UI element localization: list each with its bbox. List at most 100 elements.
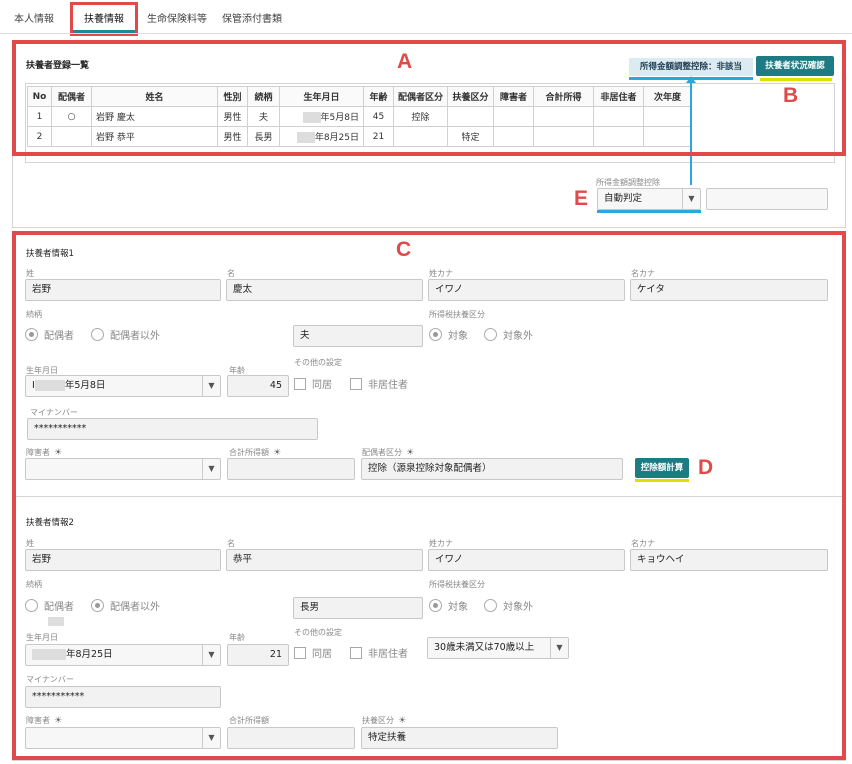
dep2-my-number-field[interactable]: ***********: [25, 686, 221, 708]
tab-personal-info[interactable]: 本人情報: [14, 10, 54, 25]
disabled-label-text: 障害者: [26, 716, 50, 725]
dep1-birth-select[interactable]: I 年5月8日 ▼: [25, 375, 221, 397]
dep2-age-field: 21: [227, 644, 289, 666]
chevron-down-icon: ▼: [682, 189, 700, 209]
dep2-mei-field[interactable]: 恭平: [226, 549, 423, 571]
radio-icon: [429, 328, 442, 341]
checkbox-icon: [350, 646, 362, 659]
my-number-label: マイナンバー: [26, 675, 74, 684]
income-adjust-select[interactable]: 自動判定 ▼: [597, 188, 701, 210]
tab-attached-documents[interactable]: 保管添付書類: [222, 10, 282, 25]
dep1-sei-field[interactable]: 岩野: [25, 279, 221, 301]
dep2-sei-field[interactable]: 岩野: [25, 549, 221, 571]
dep2-total-income-field[interactable]: [227, 727, 355, 749]
radio-label: 配偶者: [44, 602, 74, 613]
birth-label: 生年月日: [26, 633, 58, 642]
dep2-birth-select[interactable]: 年8月25日 ▼: [25, 644, 221, 666]
radio-icon: [91, 599, 104, 612]
relation-label: 続柄: [26, 580, 42, 589]
marker-b: B: [783, 84, 799, 107]
dependent-category-label: 扶養区分 ☀: [362, 715, 406, 726]
select-underline: [597, 210, 701, 213]
active-tab-highlight: [70, 2, 138, 36]
birth-value: 年5月8日: [64, 380, 106, 391]
dep2-radio-target[interactable]: 対象: [429, 598, 468, 613]
radio-icon: [429, 599, 442, 612]
sei-label: 姓: [26, 539, 34, 548]
income-adjust-label: 所得金額調整控除: [596, 178, 660, 187]
dep2-sei-kana-field[interactable]: イワノ: [428, 549, 625, 571]
dep1-radio-not-spouse[interactable]: 配偶者以外: [91, 327, 160, 342]
dep2-cohabit-checkbox[interactable]: 同居: [294, 645, 332, 660]
age-label: 年齢: [229, 633, 245, 642]
sei-label: 姓: [26, 269, 34, 278]
tax-dependent-label: 所得税扶養区分: [429, 580, 485, 589]
lightbulb-icon[interactable]: ☀: [54, 716, 62, 726]
dep2-non-resident-checkbox[interactable]: 非居住者: [350, 645, 408, 660]
radio-icon: [25, 328, 38, 341]
dep2-radio-not-target[interactable]: 対象外: [484, 598, 533, 613]
tab-divider: [0, 33, 852, 34]
dep1-age-field: 45: [227, 375, 289, 397]
chevron-down-icon: ▼: [202, 645, 220, 665]
checkbox-label: 非居住者: [368, 649, 408, 660]
dep2-radio-spouse[interactable]: 配偶者: [25, 598, 74, 613]
age-bracket-value: 30歳未満又は70歳以上: [434, 642, 535, 653]
dep1-radio-spouse[interactable]: 配偶者: [25, 327, 74, 342]
radio-label: 配偶者: [44, 331, 74, 342]
spouse-category-label: 配偶者区分 ☀: [362, 447, 414, 458]
spouse-category-label-text: 配偶者区分: [362, 448, 402, 457]
lightbulb-icon[interactable]: ☀: [398, 716, 406, 726]
radio-icon: [484, 599, 497, 612]
dep1-disabled-select[interactable]: ▼: [25, 458, 221, 480]
sei-kana-label: 姓カナ: [429, 539, 453, 548]
disabled-label: 障害者 ☀: [26, 447, 62, 458]
tax-dependent-label: 所得税扶養区分: [429, 310, 485, 319]
radio-icon: [25, 599, 38, 612]
my-number-label: マイナンバー: [30, 408, 78, 417]
dep1-non-resident-checkbox[interactable]: 非居住者: [350, 376, 408, 391]
dep1-radio-not-target[interactable]: 対象外: [484, 327, 533, 342]
total-income-label-text: 合計所得額: [229, 448, 269, 457]
dep2-radio-not-spouse[interactable]: 配偶者以外: [91, 598, 160, 613]
checkbox-label: 非居住者: [368, 380, 408, 391]
other-settings-label: その他の設定: [294, 628, 342, 637]
lightbulb-icon[interactable]: ☀: [406, 448, 414, 458]
dep1-mei-kana-field[interactable]: ケイタ: [630, 279, 828, 301]
radio-label: 対象外: [503, 331, 533, 342]
dep1-spouse-category-field: 控除（源泉控除対象配偶者）: [361, 458, 623, 480]
radio-label: 配偶者以外: [110, 331, 160, 342]
dep1-mei-field[interactable]: 慶太: [226, 279, 423, 301]
button-highlight: [635, 479, 689, 482]
dep1-my-number-field[interactable]: ***********: [27, 418, 318, 440]
other-settings-label: その他の設定: [294, 358, 342, 367]
dep2-mei-kana-field[interactable]: キョウヘイ: [630, 549, 828, 571]
checkbox-label: 同居: [312, 649, 332, 660]
radio-label: 配偶者以外: [110, 602, 160, 613]
dependent2-title: 扶養者情報2: [26, 518, 74, 528]
dep1-total-income-field[interactable]: [227, 458, 355, 480]
deduction-calc-button[interactable]: 控除額計算: [635, 458, 689, 478]
dep1-relation-field[interactable]: 夫: [293, 325, 423, 347]
radio-icon: [91, 328, 104, 341]
dep2-age-bracket-select[interactable]: 30歳未満又は70歳以上 ▼: [427, 637, 569, 659]
dep1-radio-target[interactable]: 対象: [429, 327, 468, 342]
lightbulb-icon[interactable]: ☀: [273, 448, 281, 458]
tab-life-insurance[interactable]: 生命保険料等: [147, 10, 207, 25]
dep1-sei-kana-field[interactable]: イワノ: [428, 279, 625, 301]
marker-a: A: [397, 50, 413, 73]
dependent1-title: 扶養者情報1: [26, 249, 74, 259]
lightbulb-icon[interactable]: ☀: [54, 448, 62, 458]
dep1-cohabit-checkbox[interactable]: 同居: [294, 376, 332, 391]
checkbox-icon: [294, 646, 306, 659]
dep2-disabled-select[interactable]: ▼: [25, 727, 221, 749]
redacted-year: [34, 380, 65, 391]
dep2-relation-field[interactable]: 長男: [293, 597, 423, 619]
checkbox-icon: [294, 377, 306, 390]
radio-label: 対象: [448, 331, 468, 342]
radio-label: 対象: [448, 602, 468, 613]
income-adjust-amount-field[interactable]: [706, 188, 828, 210]
dependent-divider: [16, 496, 842, 497]
relation-label: 続柄: [26, 310, 42, 319]
highlight-box-a: [12, 40, 846, 156]
